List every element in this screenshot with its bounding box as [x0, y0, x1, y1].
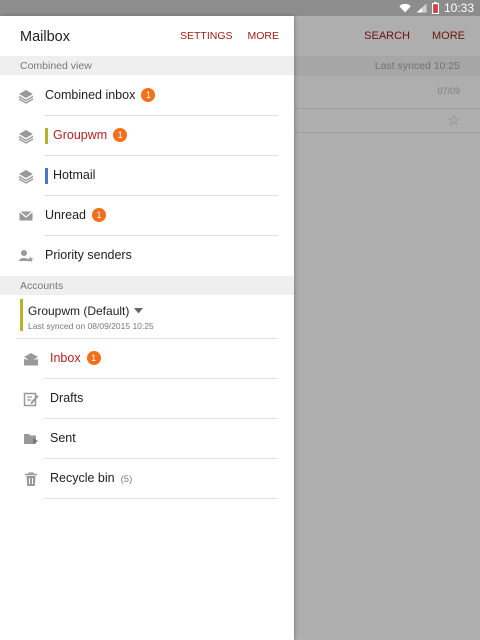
item-count: (5)	[120, 474, 133, 485]
drafts-icon	[23, 392, 39, 407]
nav-item-hotmail[interactable]: Hotmail	[0, 156, 294, 196]
trash-icon	[25, 472, 37, 486]
nav-item-label: Combined inbox 1	[45, 88, 156, 102]
nav-item-label: Groupwm 1	[53, 128, 128, 142]
inbox-stack-icon	[18, 90, 34, 104]
folder-sent[interactable]: Sent	[0, 419, 294, 459]
priority-sender-icon	[19, 250, 34, 262]
drawer-actions: SETTINGS MORE	[180, 30, 279, 42]
inbox-stack-icon	[18, 130, 34, 144]
envelope-icon	[19, 211, 33, 221]
section-header-label: Accounts	[20, 280, 64, 292]
folder-recycle-bin[interactable]: Recycle bin (5)	[0, 459, 294, 499]
nav-item-label: Unread 1	[45, 208, 106, 222]
unread-badge: 1	[86, 351, 101, 365]
nav-item-combined-inbox[interactable]: Combined inbox 1	[0, 76, 294, 116]
mailbox-drawer: Mailbox SETTINGS MORE Combined view Comb…	[0, 16, 294, 640]
unread-badge: 1	[92, 208, 106, 222]
section-header-label: Combined view	[20, 60, 92, 72]
inbox-stack-icon	[18, 170, 34, 184]
dropdown-arrow-icon	[134, 308, 144, 314]
folder-label: Recycle bin (5)	[50, 471, 133, 485]
folder-drafts[interactable]: Drafts	[0, 379, 294, 419]
settings-button[interactable]: SETTINGS	[180, 30, 233, 42]
folder-label: Drafts	[50, 391, 84, 405]
drawer-title: Mailbox	[20, 29, 70, 45]
account-last-synced: Last synced on 08/09/2015 10:25	[28, 321, 154, 331]
account-color-bar	[20, 299, 23, 331]
status-bar: 10:33	[0, 0, 480, 16]
unread-badge: 1	[141, 88, 156, 102]
row-divider	[44, 498, 278, 499]
sent-icon	[24, 434, 38, 444]
section-header-accounts: Accounts	[0, 276, 294, 295]
signal-icon	[416, 3, 427, 13]
drawer-header: Mailbox SETTINGS MORE	[0, 16, 294, 56]
nav-item-label: Hotmail	[53, 168, 96, 182]
unread-badge: 1	[113, 128, 128, 142]
section-header-combined-view: Combined view	[0, 56, 294, 75]
account-name: Groupwm (Default)	[28, 304, 144, 318]
wifi-icon	[399, 3, 411, 13]
folder-label: Inbox 1	[50, 351, 101, 365]
status-time: 10:33	[443, 1, 474, 15]
account-color-bar	[45, 128, 48, 144]
folder-inbox[interactable]: Inbox 1	[0, 339, 294, 379]
nav-item-unread[interactable]: Unread 1	[0, 196, 294, 236]
nav-item-priority-senders[interactable]: Priority senders	[0, 236, 294, 276]
nav-item-groupwm[interactable]: Groupwm 1	[0, 116, 294, 156]
more-button[interactable]: MORE	[248, 30, 280, 42]
account-color-bar	[45, 168, 48, 184]
folder-label: Sent	[50, 431, 76, 445]
account-selector[interactable]: Groupwm (Default) Last synced on 08/09/2…	[0, 295, 294, 339]
nav-item-label: Priority senders	[45, 248, 132, 262]
inbox-icon	[23, 353, 39, 366]
battery-icon	[431, 2, 439, 14]
